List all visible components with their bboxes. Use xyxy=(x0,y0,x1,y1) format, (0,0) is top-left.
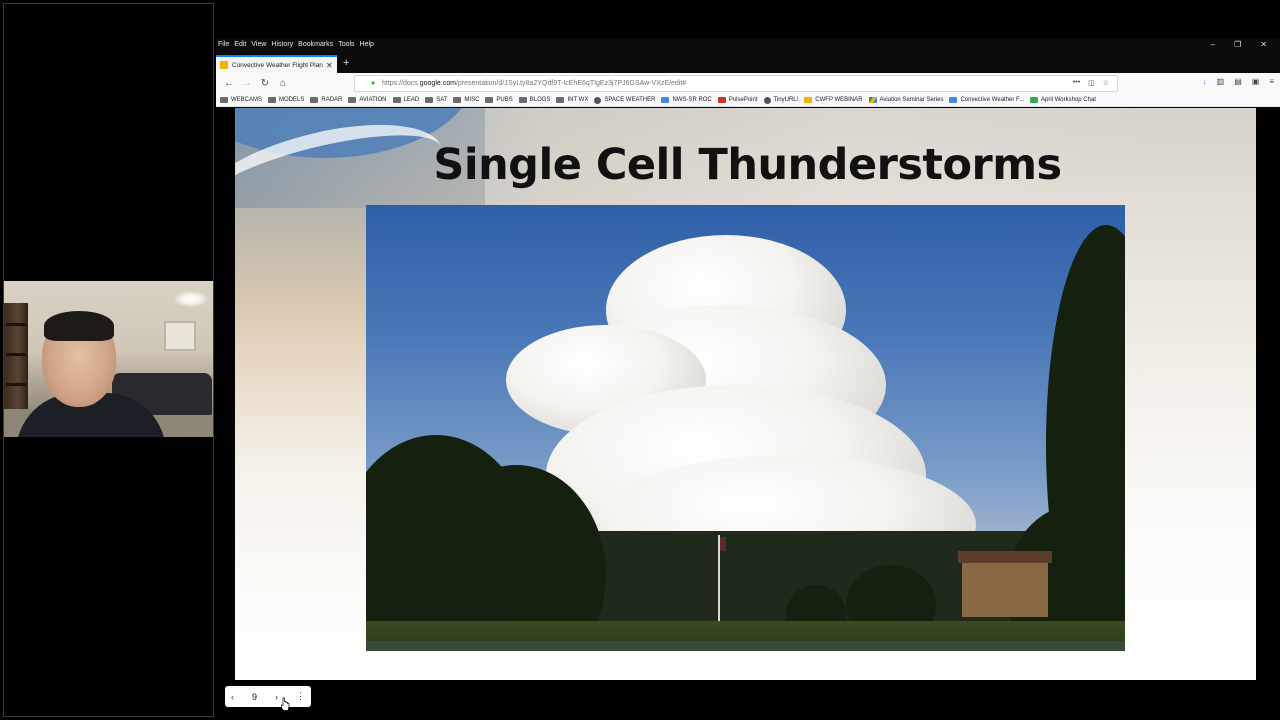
flag xyxy=(720,537,726,551)
folder-icon xyxy=(392,97,401,103)
slide-page-number: 9 xyxy=(251,691,257,702)
bookmark-space-weather[interactable]: SPACE WEATHER xyxy=(594,96,655,104)
bookmark-misc[interactable]: MISC xyxy=(453,97,479,103)
bookmark-blogs[interactable]: BLOGS xyxy=(518,97,550,103)
menu-history[interactable]: History xyxy=(271,41,293,48)
bookmark-pulsepoint[interactable]: PulsePoint xyxy=(717,97,758,103)
next-slide-button[interactable]: › xyxy=(275,692,278,702)
slides-favicon-icon xyxy=(220,61,228,69)
close-tab-icon[interactable]: ✕ xyxy=(326,61,333,70)
bookmark-int-wx[interactable]: INT WX xyxy=(556,97,588,103)
globe-icon xyxy=(594,96,602,104)
menu-file[interactable]: File xyxy=(218,41,229,48)
browser-window: File Edit View History Bookmarks Tools H… xyxy=(216,38,1280,720)
menu-tools[interactable]: Tools xyxy=(338,41,354,48)
bookmark-radar[interactable]: RADAR xyxy=(310,97,342,103)
page-content: Single Cell Thunderstorms ‹ 9 › ⋮ xyxy=(216,108,1280,720)
url-path: /presentation/d/1SyLty8a2YQdf9T-IcEhE6qT… xyxy=(455,80,687,87)
folder-icon xyxy=(485,97,494,103)
bookmark-april-workshop[interactable]: April Workshop Chat xyxy=(1030,97,1096,103)
pulsepoint-icon xyxy=(717,97,726,103)
menu-bookmarks[interactable]: Bookmarks xyxy=(298,41,333,48)
bookmark-sat[interactable]: SAT xyxy=(425,97,447,103)
window-controls: – ❐ ✕ xyxy=(1211,40,1280,49)
sidebar-icon[interactable]: ▤ xyxy=(1234,77,1242,86)
docs-icon xyxy=(949,97,958,103)
ceiling-light xyxy=(174,291,208,307)
room-window xyxy=(164,321,196,351)
restore-icon[interactable]: ❐ xyxy=(1234,40,1241,49)
hand-cursor-icon xyxy=(281,697,290,711)
bookmark-aviation[interactable]: AVIATION xyxy=(348,97,387,103)
download-icon[interactable]: ↓ xyxy=(1203,77,1207,86)
minimize-icon[interactable]: – xyxy=(1211,40,1215,49)
building xyxy=(958,551,1052,617)
folder-icon xyxy=(425,97,434,103)
presentation-slide: Single Cell Thunderstorms xyxy=(235,108,1256,680)
folder-icon xyxy=(220,97,228,103)
menu-view[interactable]: View xyxy=(251,41,266,48)
url-scheme: https://docs. xyxy=(382,80,420,87)
thunderstorm-photo xyxy=(366,205,1125,651)
url-bar[interactable]: ● https://docs.google.com/presentation/d… xyxy=(354,75,1118,92)
url-actions: ••• ◫ ☆ xyxy=(1073,79,1109,87)
folder-icon xyxy=(310,97,319,103)
bookmark-star-icon[interactable]: ☆ xyxy=(1103,79,1109,87)
tab-bar: Convective Weather Flight Plan ✕ + xyxy=(216,55,1280,73)
close-window-icon[interactable]: ✕ xyxy=(1260,40,1267,49)
more-options-button[interactable]: ⋮ xyxy=(296,691,305,702)
bookmark-nws-sr-roc[interactable]: NWS-SR ROC xyxy=(661,97,712,103)
page-actions-icon[interactable]: ••• xyxy=(1073,79,1080,87)
previous-slide-button[interactable]: ‹ xyxy=(231,692,234,702)
folder-icon xyxy=(556,97,565,103)
back-icon[interactable]: ← xyxy=(220,78,238,89)
bookmark-lead[interactable]: LEAD xyxy=(392,97,419,103)
bookmark-webcams[interactable]: WEBCAMS xyxy=(220,97,262,103)
bookmark-pubs[interactable]: PUBS xyxy=(485,97,513,103)
slide-title: Single Cell Thunderstorms xyxy=(433,140,1062,190)
folder-icon xyxy=(518,97,527,103)
hamburger-menu-icon[interactable]: ≡ xyxy=(1269,77,1274,86)
pond xyxy=(366,641,1125,651)
presenter-hair xyxy=(44,311,114,341)
folder-icon xyxy=(268,97,277,103)
webcam-video xyxy=(4,281,213,437)
slide-navigation: ‹ 9 › ⋮ xyxy=(225,686,311,707)
bookmarks-bar: WEBCAMS MODELS RADAR AVIATION LEAD SAT M… xyxy=(216,94,1280,107)
forward-icon[interactable]: → xyxy=(238,78,256,89)
navigation-bar: ← → ↻ ⌂ ● https://docs.google.com/presen… xyxy=(216,73,1280,94)
toolbar-icons: ↓ ▥ ▤ ▣ ≡ xyxy=(1203,77,1274,86)
page-icon xyxy=(661,97,670,103)
screen: File Edit View History Bookmarks Tools H… xyxy=(0,0,1280,720)
menu-bar: File Edit View History Bookmarks Tools H… xyxy=(216,38,1280,51)
bookmark-cwfp-webinar[interactable]: CWFP WEBINAR xyxy=(804,97,863,103)
library-icon[interactable]: ▥ xyxy=(1217,77,1225,86)
pocket-icon[interactable]: ◫ xyxy=(1088,79,1095,87)
drive-icon xyxy=(868,97,877,103)
bookmark-convective-weather[interactable]: Convective Weather F... xyxy=(949,97,1024,103)
extension-icon[interactable]: ▣ xyxy=(1252,77,1260,86)
folder-icon xyxy=(348,97,357,103)
reload-icon[interactable]: ↻ xyxy=(256,78,274,89)
chat-icon xyxy=(1030,97,1039,103)
bookmark-models[interactable]: MODELS xyxy=(268,97,304,103)
url-text: https://docs.google.com/presentation/d/1… xyxy=(382,80,686,87)
doc-icon xyxy=(804,97,813,103)
bookmark-tinyurl[interactable]: TinyURL! xyxy=(763,96,798,104)
globe-icon xyxy=(763,96,771,104)
folder-icon xyxy=(453,97,462,103)
menu-edit[interactable]: Edit xyxy=(234,41,246,48)
tab-title: Convective Weather Flight Plan xyxy=(232,61,323,69)
new-tab-button[interactable]: + xyxy=(343,57,349,69)
url-domain: google.com xyxy=(419,80,456,87)
bookmark-aviation-seminar[interactable]: Aviation Seminar Series xyxy=(868,97,943,103)
home-icon[interactable]: ⌂ xyxy=(274,78,292,89)
tab-active[interactable]: Convective Weather Flight Plan ✕ xyxy=(216,55,337,73)
lock-icon: ● xyxy=(371,79,376,87)
menu-help[interactable]: Help xyxy=(360,41,374,48)
